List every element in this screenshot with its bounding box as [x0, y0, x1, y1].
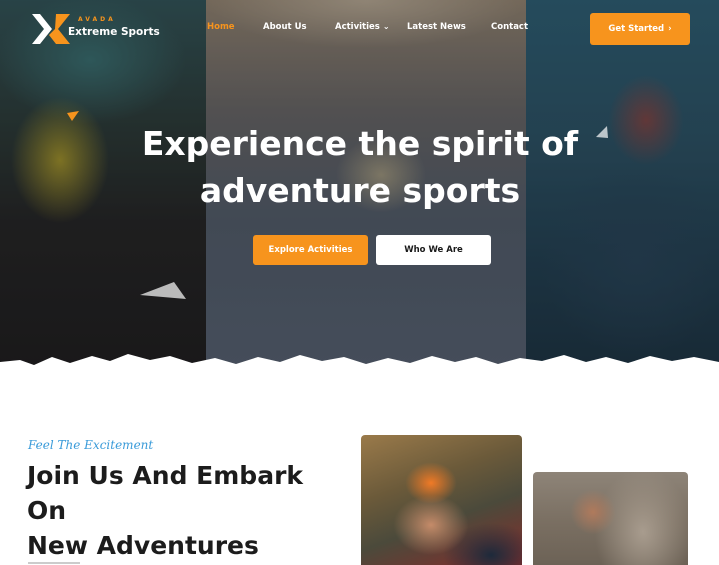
nav-item-latest-news[interactable]: Latest News — [407, 22, 466, 32]
section-title-line-2: New Adventures — [27, 531, 259, 560]
section-title-line-1: Join Us And Embark On — [27, 461, 304, 525]
section-title: Join Us And Embark On New Adventures — [27, 458, 347, 563]
nav-item-home[interactable]: Home — [207, 22, 235, 32]
nav-item-about-us[interactable]: About Us — [263, 22, 307, 32]
who-we-are-button[interactable]: Who We Are — [376, 235, 491, 265]
nav-item-activities[interactable]: Activities ⌄ — [335, 22, 390, 32]
logo-brand-text: AVADA — [78, 16, 116, 23]
torn-edge-divider — [0, 354, 719, 370]
chevron-right-icon: › — [668, 24, 672, 34]
hero-title-line-2: adventure sports — [199, 171, 521, 210]
chevron-down-icon: ⌄ — [382, 22, 390, 31]
triangle-decor-icon — [67, 111, 79, 121]
logo-mark-icon — [32, 14, 70, 44]
nav-item-contact[interactable]: Contact — [491, 22, 528, 32]
photo-mountain-biker — [361, 435, 522, 565]
triangle-decor-icon — [140, 282, 186, 299]
photo-rock-climber — [533, 472, 688, 565]
get-started-label: Get Started — [608, 24, 665, 34]
nav-item-activities-label: Activities — [335, 22, 380, 32]
logo-site-name: Extreme Sports — [68, 26, 160, 38]
explore-activities-button[interactable]: Explore Activities — [253, 235, 368, 265]
get-started-button[interactable]: Get Started › — [590, 13, 690, 45]
site-logo[interactable]: AVADA Extreme Sports — [30, 12, 160, 46]
hero-title: Experience the spirit of adventure sport… — [120, 120, 600, 214]
section-divider — [28, 562, 80, 564]
hero-title-line-1: Experience the spirit of — [141, 124, 579, 163]
section-tagline: Feel The Excitement — [28, 438, 154, 452]
